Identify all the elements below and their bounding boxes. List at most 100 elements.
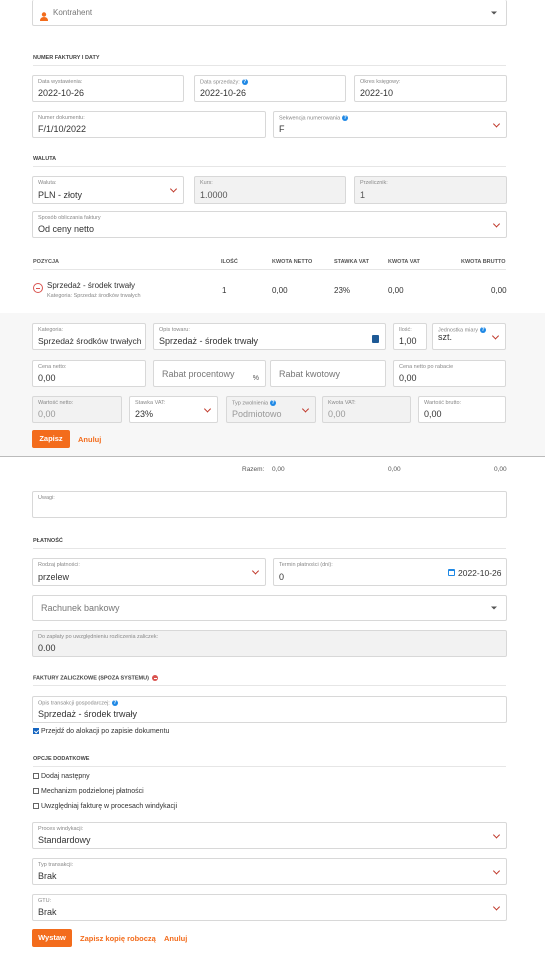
footer-cancel-link[interactable]: Anuluj [164, 934, 187, 943]
bank-account-select[interactable]: Rachunek bankowy [32, 595, 507, 621]
rate-value: 1.0000 [200, 190, 228, 200]
editor-description-field[interactable]: Opis towaru: Sprzedaż - środek trwały [153, 323, 386, 350]
editor-save-button[interactable]: Zapisz [32, 430, 70, 448]
chevron-down-icon [492, 866, 501, 875]
checkbox[interactable] [33, 773, 39, 780]
help-icon[interactable]: ? [241, 79, 248, 85]
percent-suffix: % [252, 375, 259, 382]
currency-label: Waluta: [38, 180, 57, 186]
checkbox-checked[interactable] [33, 728, 39, 735]
editor-discount-amt-input[interactable]: Rabat kwotowy [270, 360, 386, 387]
transaction-type-select[interactable]: Typ transakcji: Brak [32, 858, 507, 885]
to-pay-label: Do zapłaty po uwzględnieniu rozliczenia … [38, 634, 159, 640]
gtu-select[interactable]: GTU: Brak [32, 894, 507, 921]
contractor-select[interactable]: Kontrahent [32, 0, 507, 26]
discount-pct-placeholder: Rabat procentowy [162, 368, 235, 379]
add-next-checkbox[interactable]: Dodaj następny [33, 773, 90, 780]
chevron-down-icon [492, 902, 501, 911]
issue-date-field[interactable]: Data wystawienia: 2022-10-26 [32, 75, 184, 102]
col-header-position: POZYCJA [33, 259, 59, 265]
editor-category-field[interactable]: Kategoria: Sprzedaż środków trwałych [32, 323, 146, 350]
col-header-vat-rate: STAWKA VAT [334, 259, 369, 265]
payment-method-label: Rodzaj płatności: [38, 562, 80, 568]
help-icon[interactable]: ? [111, 700, 118, 706]
gtu-value: Brak [38, 907, 57, 917]
sequence-select[interactable]: Sekwencja numerowania? F [273, 111, 507, 138]
editor-vat-rate-value: 23% [135, 409, 154, 419]
help-icon[interactable]: ? [270, 400, 277, 406]
item-gross: 0,00 [491, 286, 507, 295]
sale-date-field[interactable]: Data sprzedaży:? 2022-10-26 [194, 75, 346, 102]
item-name: Sprzedaż - środek trwały [47, 281, 136, 290]
rate-field: Kurs: 1.0000 [194, 176, 346, 204]
section-title-options: OPCJE DODATKOWE [33, 756, 90, 762]
checkbox[interactable] [33, 803, 39, 810]
transaction-desc-value: Sprzedaż - środek trwały [38, 709, 138, 719]
editor-vat-rate-select[interactable]: Stawka VAT: 23% [129, 396, 218, 423]
chevron-down-icon [203, 404, 212, 413]
editor-exemption-value: Podmiotowo [232, 409, 282, 419]
chevron-down-icon [492, 830, 501, 839]
issue-button[interactable]: Wystaw [32, 929, 72, 947]
doc-number-value: F/1/10/2022 [38, 124, 87, 134]
transaction-desc-label: Opis transakcji gospodarczej: [38, 700, 110, 707]
add-circle-icon[interactable] [152, 675, 159, 681]
editor-gross-value-field[interactable]: Wartość brutto: 0,00 [418, 396, 506, 423]
multiplier-field: Przelicznik: 1 [354, 176, 507, 204]
section-title-advance: FAKTURY ZALICZKOWE (SPOZA SYSTEMU) [33, 675, 149, 682]
split-payment-checkbox[interactable]: Mechanizm podzielonej płatności [33, 788, 144, 795]
notes-label: Uwagi: [38, 495, 55, 501]
allocate-checkbox[interactable]: Przejdź do alokacji po zapisie dokumentu [33, 728, 169, 735]
editor-qty-label: Ilość: [399, 327, 412, 333]
calendar-icon[interactable] [448, 569, 455, 576]
payment-term-field[interactable]: Termin płatności (dni): 0 2022-10-26 [273, 558, 507, 586]
chevron-down-icon [251, 567, 260, 575]
currency-select[interactable]: Waluta: PLN - złoty [32, 176, 184, 204]
doc-number-field[interactable]: Numer dokumentu: F/1/10/2022 [32, 111, 266, 138]
help-icon[interactable]: ? [480, 327, 487, 333]
editor-unit-select[interactable]: Jednostka miary? szt. [432, 323, 506, 350]
allocate-label: Przejdź do alokacji po zapisie dokumentu [41, 728, 170, 735]
remove-item-icon[interactable] [33, 283, 43, 293]
checkbox[interactable] [33, 788, 39, 795]
editor-cancel-link[interactable]: Anuluj [78, 435, 101, 444]
payment-method-select[interactable]: Rodzaj płatności: przelew [32, 558, 266, 586]
editor-vat-amount-value: 0,00 [328, 409, 346, 419]
bank-account-placeholder: Rachunek bankowy [41, 603, 120, 613]
calc-method-select[interactable]: Sposób obliczania faktury Od ceny netto [32, 211, 507, 238]
item-net: 0,00 [272, 286, 288, 295]
tax-period-field[interactable]: Okres księgowy: 2022-10 [354, 75, 507, 102]
notes-textarea[interactable]: Uwagi: [32, 491, 507, 518]
transaction-type-label: Typ transakcji: [38, 862, 74, 868]
caret-down-icon [491, 11, 497, 14]
payment-method-value: przelew [38, 572, 70, 582]
editor-net-after-field[interactable]: Cena netto po rabacie 0,00 [393, 360, 506, 387]
item-qty: 1 [222, 286, 227, 295]
editor-vat-amount-field: Kwota VAT: 0,00 [322, 396, 411, 423]
divider [33, 65, 506, 66]
tax-period-label: Okres księgowy: [360, 79, 401, 85]
to-pay-value: 0.00 [38, 643, 56, 653]
person-icon [40, 8, 48, 21]
chevron-down-icon [491, 331, 500, 340]
editor-qty-field[interactable]: Ilość: 1,00 [393, 323, 427, 350]
editor-net-after-label: Cena netto po rabacie [399, 364, 454, 370]
chevron-down-icon [492, 119, 501, 128]
collection-process-value: Standardowy [38, 835, 91, 845]
editor-discount-pct-input[interactable]: Rabat procentowy % [153, 360, 266, 387]
debt-collection-checkbox[interactable]: Uwzględniaj fakturę w procesach windykac… [33, 803, 177, 810]
transaction-desc-field[interactable]: Opis transakcji gospodarczej:? Sprzedaż … [32, 696, 507, 723]
save-draft-link[interactable]: Zapisz kopię roboczą [80, 934, 156, 943]
collection-process-select[interactable]: Proces windykacji: Standardowy [32, 822, 507, 849]
editor-net-value-field: Wartość netto: 0,00 [32, 396, 122, 423]
section-title-invoice: NUMER FAKTURY I DATY [33, 55, 100, 61]
multiplier-value: 1 [360, 190, 366, 200]
editor-net-value-value: 0,00 [38, 409, 56, 419]
totals-vat: 0,00 [388, 466, 401, 473]
divider [33, 766, 506, 767]
help-icon[interactable]: ? [342, 115, 349, 121]
divider [33, 269, 506, 270]
book-icon[interactable] [372, 335, 379, 343]
split-payment-label: Mechanizm podzielonej płatności [41, 788, 144, 795]
editor-net-price-field[interactable]: Cena netto: 0,00 [32, 360, 146, 387]
